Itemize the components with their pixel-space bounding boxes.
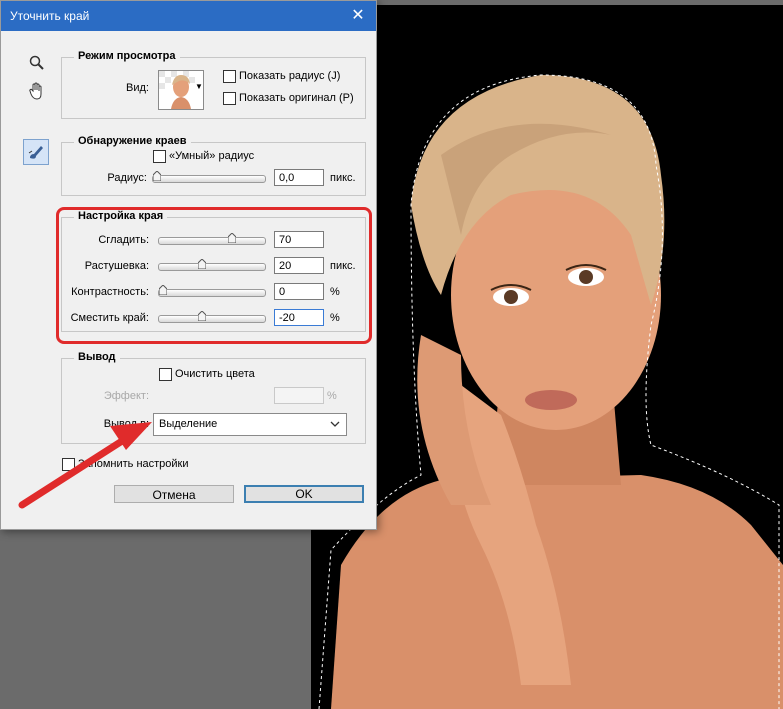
amount-input xyxy=(274,387,324,404)
refine-edge-dialog: Уточнить край ✕ Режим просмотра Вид: ▼ П… xyxy=(0,0,377,530)
view-mode-group: Режим просмотра Вид: ▼ Показать радиус (… xyxy=(61,50,366,119)
radius-unit: пикс. xyxy=(330,172,356,184)
smart-radius-label: «Умный» радиус xyxy=(169,150,255,162)
edge-detection-group: Обнаружение краев «Умный» радиус Радиус:… xyxy=(61,135,366,196)
refine-radius-brush-icon[interactable] xyxy=(23,139,49,165)
chevron-down-icon xyxy=(330,414,340,443)
dialog-title: Уточнить край xyxy=(10,9,90,23)
show-original-checkbox[interactable] xyxy=(223,92,236,105)
amount-label: Эффект: xyxy=(103,390,149,402)
smart-radius-checkbox[interactable] xyxy=(153,150,166,163)
output-legend: Вывод xyxy=(74,351,120,363)
radius-label: Радиус: xyxy=(107,172,147,184)
close-button[interactable]: ✕ xyxy=(348,6,368,26)
amount-unit: % xyxy=(327,390,337,402)
portrait-image xyxy=(311,5,783,709)
zoom-icon[interactable] xyxy=(25,51,49,75)
view-dropdown-arrow-icon[interactable]: ▼ xyxy=(195,82,203,91)
output-to-select[interactable]: Выделение xyxy=(153,413,347,436)
hand-icon[interactable] xyxy=(25,79,49,103)
image-canvas[interactable] xyxy=(311,5,783,709)
remember-settings-label: Запомнить настройки xyxy=(78,458,189,470)
output-group: Вывод Очистить цвета Эффект: % Вывод в: … xyxy=(61,351,366,444)
show-radius-label: Показать радиус (J) xyxy=(239,70,341,82)
dialog-titlebar[interactable]: Уточнить край ✕ xyxy=(1,1,376,31)
remember-settings-checkbox[interactable] xyxy=(62,458,75,471)
adjust-edge-highlight xyxy=(56,207,372,344)
view-label: Вид: xyxy=(126,82,149,94)
view-mode-legend: Режим просмотра xyxy=(74,50,180,62)
radius-input[interactable]: 0,0 xyxy=(274,169,324,186)
radius-slider[interactable] xyxy=(152,171,266,183)
decontaminate-label: Очистить цвета xyxy=(175,368,255,380)
show-radius-checkbox[interactable] xyxy=(223,70,236,83)
ok-button[interactable]: OK xyxy=(244,485,364,503)
radius-slider-thumb[interactable] xyxy=(153,171,161,181)
decontaminate-checkbox[interactable] xyxy=(159,368,172,381)
output-to-value: Выделение xyxy=(159,418,218,430)
output-to-label: Вывод в: xyxy=(103,418,149,430)
cancel-button[interactable]: Отмена xyxy=(114,485,234,503)
show-original-label: Показать оригинал (P) xyxy=(239,92,354,104)
edge-detection-legend: Обнаружение краев xyxy=(74,135,191,147)
